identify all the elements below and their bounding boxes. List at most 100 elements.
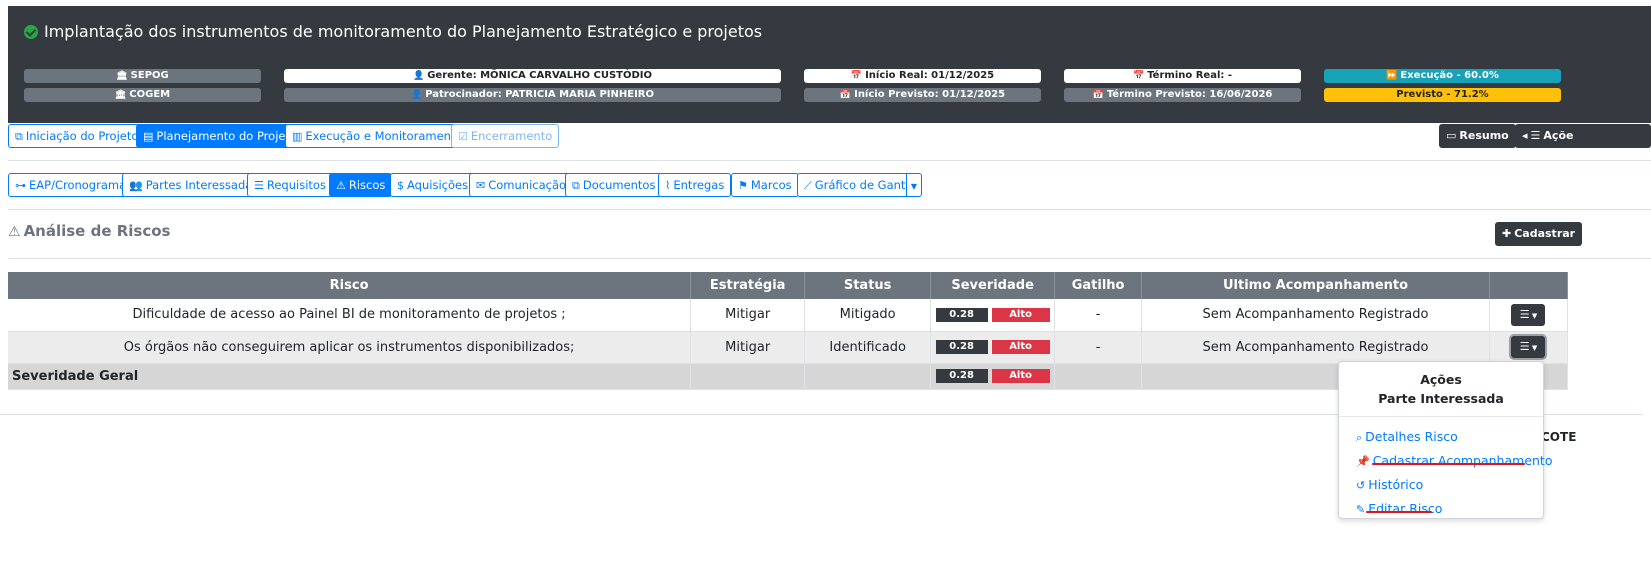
annotation-underline — [1366, 511, 1432, 513]
user-icon: 👤 — [410, 90, 423, 100]
unit-badge-sepog: 🏛 SEPOG — [24, 69, 261, 83]
start-real-badge: 📅 Início Real: 01/12/2025 — [804, 69, 1041, 83]
row-actions-cell: ☰ ▼ — [1489, 299, 1569, 332]
menu-item-cadastrar-acompanhamento[interactable]: 📌 Cadastrar Acompanhamento — [1339, 449, 1552, 473]
tab-documentos[interactable]: ⧉ Documentos — [565, 173, 663, 197]
bank-icon: 🏛 — [116, 71, 128, 81]
menu-item-editar-risco[interactable]: ✎ Editar Risco — [1339, 497, 1543, 521]
tab-eap-cronograma[interactable]: ⊶ EAP/Cronograma — [8, 173, 134, 197]
warning-icon: ⚠ — [336, 179, 346, 192]
row-actions-button[interactable]: ☰ ▼ — [1511, 303, 1546, 326]
sitemap-icon: ⊶ — [15, 179, 26, 192]
dropdown-title: Ações — [1420, 372, 1462, 387]
tab-partes-interessadas[interactable]: 👥 Partes Interessadas — [122, 173, 266, 197]
caret-down-icon: ▼ — [1529, 344, 1538, 352]
flag-icon: ⚑ — [738, 179, 748, 192]
thumbtack-icon: 📌 — [1356, 455, 1370, 468]
register-button[interactable]: ✚ Cadastrar — [1495, 222, 1583, 246]
end-real-badge: 📅 Término Real: - — [1064, 69, 1301, 83]
risk-status: Identificado — [804, 331, 932, 364]
severity-level-badge: Alto — [991, 307, 1050, 322]
project-header: Implantação dos instrumentos de monitora… — [8, 6, 1651, 123]
tab-requisitos[interactable]: ☰ Requisitos — [247, 173, 333, 197]
table-header-row: Risco Estratégia Status Severidade Gatil… — [8, 272, 1569, 299]
calendar-icon: 📅 — [850, 71, 863, 81]
edit-square-icon: ☑ — [458, 130, 468, 143]
check-circle-icon — [24, 24, 38, 39]
execution-badge: ⏩ Execução - 60.0% — [1324, 69, 1561, 83]
tab-aquisicoes[interactable]: $ Aquisições — [390, 173, 476, 197]
col-actions — [1489, 272, 1569, 299]
tab-encerramento[interactable]: ☑ Encerramento — [451, 124, 560, 148]
row-actions-cell: ☰ ▼ — [1489, 331, 1569, 364]
actions-button[interactable]: ◂ ☰ Açõe — [1515, 124, 1651, 148]
col-status: Status — [804, 272, 932, 299]
risk-strategy: Mitigar — [690, 331, 806, 364]
dropdown-subtitle: Parte Interessada — [1378, 391, 1504, 406]
planned-badge: Previsto - 71.2% — [1324, 88, 1561, 102]
dollar-icon: $ — [397, 179, 404, 192]
severity-value: 0.28 — [935, 307, 988, 322]
caret-down-icon: ▼ — [910, 182, 918, 191]
warning-icon: ⚠ — [8, 224, 21, 240]
risk-trigger: - — [1054, 331, 1143, 364]
calendar-icon: 📅 — [839, 90, 852, 100]
section-title: ⚠ Análise de Riscos — [8, 222, 171, 240]
unit-badge-cogem: 🏛 COGEM — [24, 88, 261, 102]
dropdown-header: Ações Parte Interessada — [1339, 362, 1543, 408]
summary-button[interactable]: ▭ Resumo — [1439, 124, 1516, 148]
tab-grafico-gantt[interactable]: ⟋ Gráfico de Gantt — [797, 173, 917, 197]
more-tabs-dropdown[interactable]: ▼ — [906, 173, 922, 197]
divider — [8, 160, 1651, 161]
tab-iniciacao[interactable]: ⧉ Iniciação do Projeto — [8, 124, 146, 148]
sponsor-badge: 👤 Patrocinador: PATRICIA MARIA PINHEIRO — [284, 88, 781, 102]
tab-planejamento[interactable]: ▤ Planejamento do Projeto — [136, 124, 305, 148]
row-actions-button[interactable]: ☰ ▼ — [1511, 336, 1546, 358]
tab-entregas[interactable]: ⌇ Entregas — [658, 173, 732, 197]
empty-cell — [804, 363, 932, 390]
manager-badge: 👤 Gerente: MÔNICA CARVALHO CUSTÓDIO — [284, 69, 781, 83]
tab-comunicacao[interactable]: ✉ Comunicação — [469, 173, 574, 197]
menu-item-historico[interactable]: ↺ Histórico — [1339, 473, 1543, 497]
tab-execucao[interactable]: ▥ Execução e Monitoramento — [285, 124, 470, 148]
table-row: Os órgãos não conseguirem aplicar os ins… — [8, 331, 1569, 364]
user-icon: 👤 — [413, 71, 425, 81]
col-estrategia: Estratégia — [690, 272, 806, 299]
severity-value: 0.28 — [935, 369, 988, 383]
table-row: Dificuldade de acesso ao Painel BI de mo… — [8, 299, 1569, 332]
bar-chart-icon: ▥ — [292, 130, 303, 143]
pencil-icon: ✎ — [1356, 503, 1366, 516]
col-ultimo-acompanhamento: Ultimo Acompanhamento — [1141, 272, 1490, 299]
tab-marcos[interactable]: ⚑ Marcos — [731, 173, 799, 197]
risk-severity: 0.28 Alto — [930, 299, 1056, 332]
total-row: Severidade Geral 0.28 Alto — [8, 363, 1569, 390]
calendar-icon: 📅 — [1092, 90, 1104, 100]
total-label: Severidade Geral — [8, 363, 692, 390]
risk-last-followup: Sem Acompanhamento Registrado — [1141, 299, 1490, 332]
tab-riscos[interactable]: ⚠ Riscos — [329, 173, 393, 197]
risk-description: Os órgãos não conseguirem aplicar os ins… — [8, 331, 692, 364]
col-severidade: Severidade — [930, 272, 1056, 299]
divider — [8, 209, 1651, 210]
col-risco: Risco — [8, 272, 692, 299]
divider — [8, 258, 1651, 259]
risk-last-followup: Sem Acompanhamento Registrado — [1141, 331, 1490, 364]
risk-severity: 0.28 Alto — [930, 331, 1056, 364]
empty-cell — [690, 363, 806, 390]
risk-strategy: Mitigar — [690, 299, 806, 332]
row-actions-dropdown: Ações Parte Interessada ⌕ Detalhes Risco … — [1338, 361, 1552, 521]
bank-icon: 🏛 — [114, 90, 127, 100]
col-gatilho: Gatilho — [1054, 272, 1143, 299]
dropdown-divider — [1339, 416, 1543, 417]
users-icon: 👥 — [129, 179, 143, 192]
empty-cell — [1054, 363, 1143, 390]
search-icon: ⌕ — [1356, 431, 1363, 444]
paperclip-icon: ⌇ — [665, 179, 671, 192]
start-planned-badge: 📅 Início Previsto: 01/12/2025 — [804, 88, 1041, 102]
caret-left-icon: ◂ — [1522, 129, 1528, 142]
risk-description: Dificuldade de acesso ao Painel BI de mo… — [8, 299, 692, 332]
risk-status: Mitigado — [804, 299, 932, 332]
menu-item-detalhes-risco[interactable]: ⌕ Detalhes Risco — [1339, 425, 1543, 449]
list-icon: ☰ — [254, 179, 264, 192]
project-title: Implantação dos instrumentos de monitora… — [24, 22, 762, 41]
